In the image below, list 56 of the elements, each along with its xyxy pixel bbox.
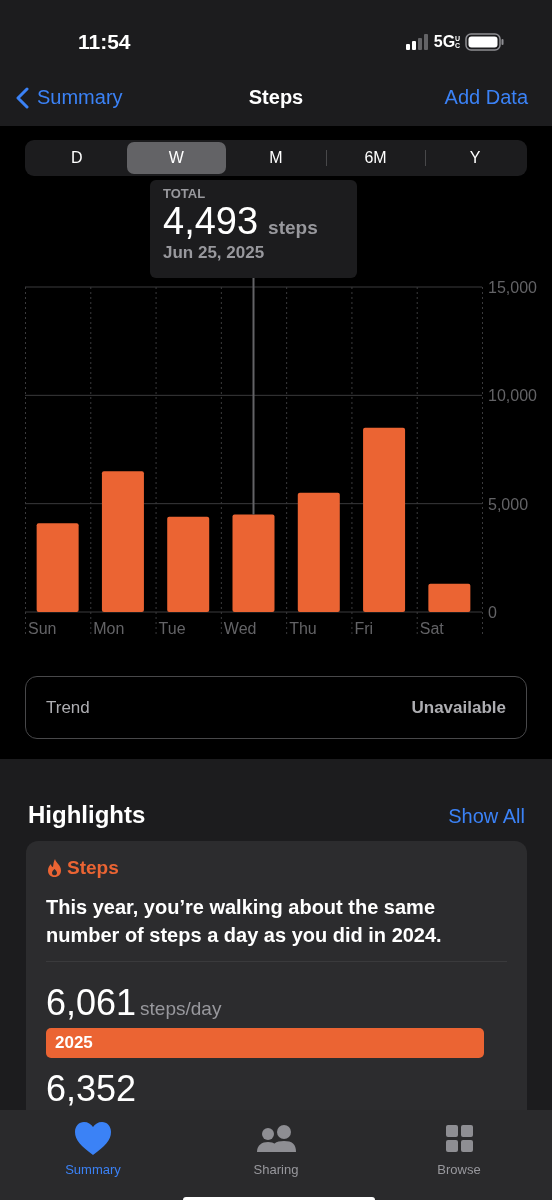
show-all-link[interactable]: Show All: [448, 805, 525, 828]
axis-tick-label: 0: [488, 604, 497, 621]
axis-label: Wed: [223, 620, 257, 637]
axis-label: Thu: [289, 620, 317, 637]
bar[interactable]: [167, 516, 210, 612]
bar[interactable]: [232, 514, 275, 612]
screen-title: Steps: [248, 86, 304, 108]
steps-value: 6,352: [46, 1068, 137, 1110]
range-tab[interactable]: D: [27, 142, 127, 174]
axis-tick-label: 10,000: [488, 387, 537, 405]
flame-icon: [46, 858, 63, 878]
battery-icon: [465, 32, 504, 51]
trend-row[interactable]: Trend Unavailable: [25, 676, 527, 739]
tab-label: Browse: [437, 1162, 481, 1177]
tab-bar-item[interactable]: Summary: [50, 1120, 136, 1200]
add-data-button[interactable]: Add Data: [444, 86, 528, 109]
range-tab[interactable]: Y: [425, 142, 525, 174]
tooltip-unit: steps: [268, 217, 318, 239]
trend-value: Unavailable: [411, 697, 506, 718]
axis-label: Sun: [28, 620, 57, 637]
axis-label: Mon: [93, 620, 125, 637]
bar[interactable]: [428, 583, 471, 612]
grid-icon: [445, 1124, 473, 1152]
range-tab[interactable]: 6M: [325, 142, 426, 174]
axis-label: Tue: [158, 620, 186, 637]
heart-icon: [73, 1120, 113, 1156]
axis-tick-label: 15,000: [488, 279, 537, 296]
axis-label: Sat: [419, 620, 444, 637]
chevron-left-icon: [16, 86, 29, 109]
back-button[interactable]: Summary: [16, 86, 123, 109]
highlight-text: This year, you’re walking about the same number of steps a day as you did in 2024.: [46, 893, 507, 962]
range-tab[interactable]: M: [226, 142, 326, 174]
tab-label: Summary: [65, 1162, 121, 1177]
tab-label: Sharing: [253, 1162, 299, 1177]
section-title: Highlights: [28, 801, 146, 829]
tooltip-date: Jun 25, 2025: [163, 242, 266, 263]
tab-bar-item[interactable]: Browse: [416, 1120, 502, 1200]
steps-value: 6,061: [46, 982, 137, 1024]
axis-label: Fri: [354, 620, 374, 637]
bar[interactable]: [101, 471, 144, 612]
highlight-card[interactable]: Steps This year, you’re walking about the same number of steps a day as you did in 2024. 6,061 steps/day 2025 6,352: [26, 841, 527, 1110]
status-time: 11:54: [78, 29, 131, 54]
trend-label: Trend: [46, 697, 90, 718]
axis-tick-label: 5,000: [488, 495, 529, 513]
steps-unit: steps/day: [140, 998, 222, 1020]
range-tab[interactable]: W: [126, 142, 227, 174]
people-icon: [256, 1124, 296, 1152]
bar[interactable]: [36, 523, 79, 612]
bar[interactable]: [297, 492, 340, 612]
bar[interactable]: [363, 427, 406, 612]
signal-icon: [405, 33, 428, 50]
year-bar: 2025: [46, 1028, 484, 1058]
tooltip-label: TOTAL: [163, 186, 207, 201]
tooltip-value: 4,493: [163, 201, 259, 243]
card-category: Steps: [67, 857, 119, 879]
tab-bar-item[interactable]: Sharing: [233, 1120, 319, 1200]
